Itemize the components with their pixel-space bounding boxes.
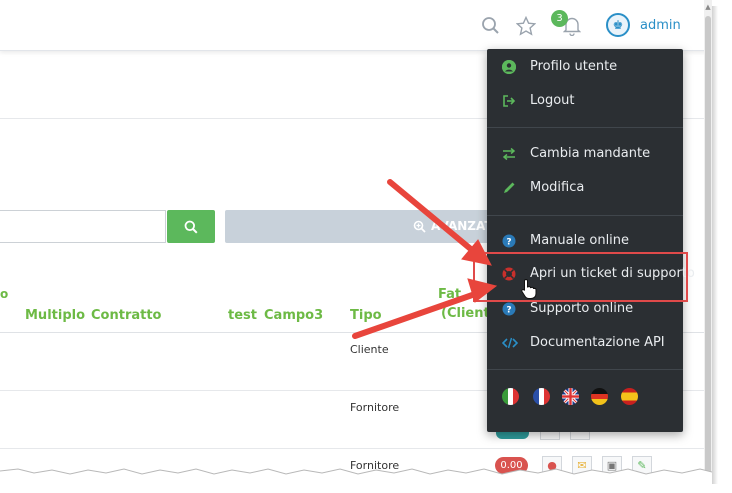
menu-item-profilo-utente[interactable]: Profilo utente bbox=[487, 54, 683, 82]
exchange-icon bbox=[502, 147, 516, 161]
search-icon[interactable] bbox=[481, 16, 500, 39]
flag-en-icon[interactable] bbox=[562, 388, 579, 405]
hand-cursor-icon bbox=[520, 278, 538, 304]
user-avatar-icon[interactable]: ♚ bbox=[606, 13, 630, 37]
menu-item-label: Supporto online bbox=[530, 301, 634, 316]
partial-column-header: o bbox=[0, 287, 9, 301]
table-row-divider bbox=[0, 448, 712, 449]
menu-item-logout[interactable]: Logout bbox=[487, 88, 683, 116]
search-button[interactable] bbox=[167, 210, 215, 243]
column-header-campo3[interactable]: Campo3 bbox=[264, 308, 323, 323]
menu-item-label: Documentazione API bbox=[530, 335, 665, 350]
code-icon bbox=[501, 336, 519, 350]
scrollbar-thumb[interactable] bbox=[705, 16, 711, 476]
question-circle-icon: ? bbox=[502, 234, 516, 248]
menu-item-label: Modifica bbox=[530, 180, 585, 195]
username-label[interactable]: admin bbox=[640, 18, 681, 33]
flag-de-icon[interactable] bbox=[591, 388, 608, 405]
menu-separator bbox=[487, 369, 683, 370]
top-bar: 3 ♚ admin bbox=[0, 0, 712, 51]
table-cell-tipo: Fornitore bbox=[350, 401, 400, 414]
sign-out-icon bbox=[502, 94, 516, 108]
scroll-up-icon[interactable]: ▲ bbox=[704, 3, 712, 11]
user-dropdown-menu: Profilo utente Logout Cambia mandante Mo… bbox=[487, 49, 695, 432]
menu-item-label: Profilo utente bbox=[530, 59, 618, 74]
flag-fr-icon[interactable] bbox=[533, 388, 550, 405]
search-input[interactable] bbox=[0, 210, 166, 243]
notification-badge[interactable]: 3 bbox=[551, 10, 568, 27]
app-window: 3 ♚ admin AVANZAT o Multiplo Contratto t… bbox=[0, 0, 712, 478]
column-header-multiplo[interactable]: Multiplo bbox=[25, 308, 85, 323]
menu-separator bbox=[487, 215, 683, 216]
user-circle-icon bbox=[502, 60, 516, 74]
zoom-plus-icon bbox=[413, 210, 426, 243]
menu-item-cambia-mandante[interactable]: Cambia mandante bbox=[487, 141, 683, 169]
column-header-contratto[interactable]: Contratto bbox=[91, 308, 161, 323]
flag-es-icon[interactable] bbox=[621, 388, 638, 405]
menu-separator bbox=[487, 127, 683, 128]
annotation-highlight-box bbox=[473, 252, 688, 302]
menu-item-label: Logout bbox=[530, 93, 575, 108]
svg-text:?: ? bbox=[506, 306, 511, 316]
pencil-icon bbox=[502, 181, 516, 195]
question-circle-icon: ? bbox=[502, 302, 516, 316]
menu-item-documentazione-api[interactable]: Documentazione API bbox=[487, 330, 683, 358]
window-shadow-right bbox=[712, 6, 718, 484]
menu-item-modifica[interactable]: Modifica bbox=[487, 175, 683, 203]
advanced-search-button[interactable]: AVANZAT bbox=[225, 210, 495, 243]
vertical-scrollbar[interactable]: ▲ bbox=[704, 0, 712, 478]
menu-item-label: Manuale online bbox=[530, 233, 630, 248]
column-header-tipo[interactable]: Tipo bbox=[350, 308, 382, 323]
torn-edge bbox=[0, 468, 712, 478]
flag-it-icon[interactable] bbox=[502, 388, 519, 405]
advanced-search-label: AVANZAT bbox=[431, 219, 493, 233]
column-header-fat[interactable]: Fat bbox=[438, 287, 461, 302]
column-header-test[interactable]: test bbox=[228, 308, 257, 323]
search-button-icon bbox=[184, 220, 198, 234]
table-cell-tipo: Cliente bbox=[350, 343, 389, 356]
svg-text:?: ? bbox=[506, 238, 511, 248]
menu-item-label: Cambia mandante bbox=[530, 146, 651, 161]
star-icon[interactable] bbox=[515, 15, 537, 40]
